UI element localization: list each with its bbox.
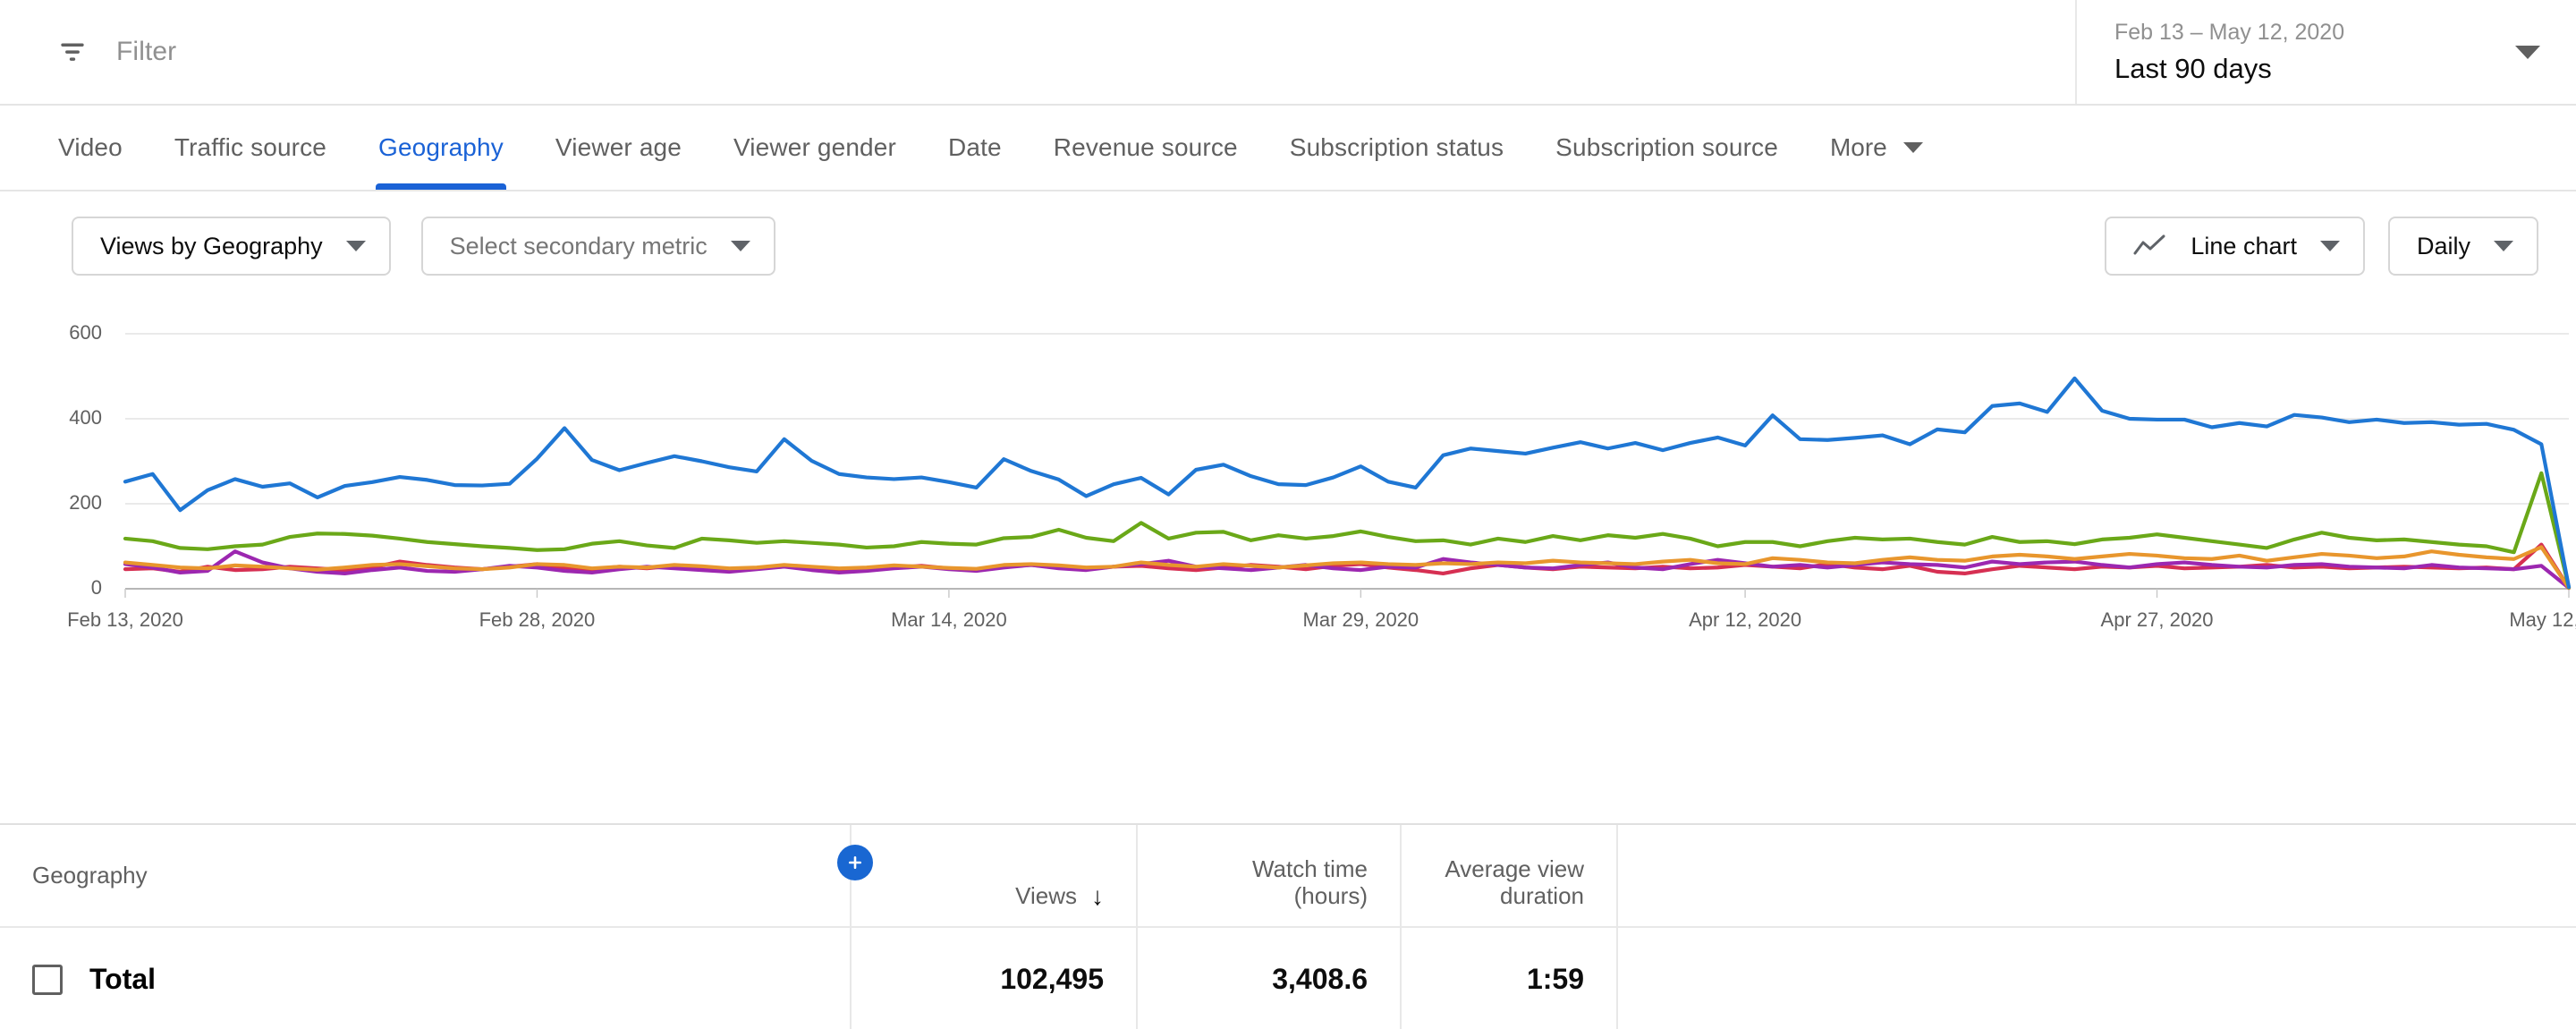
- views-by-geography-chart[interactable]: 0 200 400 600 Feb 13, 2020 Feb 28, 2020 Mar 14…: [0, 301, 2576, 823]
- row-avg-view-duration-cell: 1:59: [1402, 928, 1618, 1029]
- tab-viewer-age[interactable]: Viewer age: [530, 106, 708, 190]
- x-axis-tick-label: Mar 29, 2020: [1303, 608, 1419, 631]
- interval-label: Daily: [2416, 232, 2470, 259]
- column-header-label-line1: Watch time: [1251, 855, 1368, 882]
- chart-type-label: Line chart: [2190, 232, 2297, 259]
- dimension-tabs: Video Traffic source Geography Viewer ag…: [0, 106, 2576, 191]
- date-range-text: Feb 13 – May 12, 2020 Last 90 days: [2114, 20, 2497, 85]
- interval-dropdown[interactable]: Daily: [2387, 217, 2538, 276]
- chevron-down-icon: [345, 241, 366, 251]
- secondary-metric-label: Select secondary metric: [449, 232, 708, 259]
- table-header-row: Geography Views ↓ Watch time (hours) Ave…: [0, 825, 2576, 928]
- y-axis-tick-label: 600: [69, 321, 102, 344]
- row-spacer-cell: [1618, 928, 2576, 1029]
- x-axis-tick-label: Apr 12, 2020: [1689, 608, 1801, 631]
- x-axis-tick-label: Feb 28, 2020: [479, 608, 596, 631]
- column-header-label-line2: (hours): [1293, 882, 1368, 910]
- table-row[interactable]: Total 102,495 3,408.6 1:59: [0, 928, 2576, 1029]
- column-header-label-line1: Average view: [1445, 855, 1584, 882]
- chevron-down-icon: [2319, 241, 2340, 251]
- top-bar: Filter Feb 13 – May 12, 2020 Last 90 day…: [0, 0, 2576, 106]
- column-header-label: Geography: [32, 862, 148, 889]
- tab-traffic-source[interactable]: Traffic source: [148, 106, 352, 190]
- add-column-button[interactable]: [837, 845, 873, 880]
- secondary-metric-dropdown[interactable]: Select secondary metric: [420, 217, 775, 276]
- chevron-down-icon: [2494, 241, 2513, 251]
- column-header-views[interactable]: Views ↓: [852, 825, 1138, 926]
- chart-type-dropdown[interactable]: Line chart: [2105, 217, 2365, 276]
- chevron-down-icon: [1902, 142, 1923, 153]
- date-range-selector[interactable]: Feb 13 – May 12, 2020 Last 90 days: [2075, 0, 2576, 104]
- tab-label: Revenue source: [1053, 133, 1238, 161]
- tab-viewer-gender[interactable]: Viewer gender: [708, 106, 922, 190]
- arrow-down-icon: ↓: [1091, 881, 1104, 910]
- tab-label: Viewer gender: [733, 133, 896, 161]
- date-range-value: Feb 13 – May 12, 2020: [2114, 19, 2345, 45]
- date-range-preset: Last 90 days: [2114, 52, 2272, 84]
- primary-metric-label: Views by Geography: [100, 232, 323, 259]
- column-header-watch-time[interactable]: Watch time (hours): [1138, 825, 1402, 926]
- tab-subscription-source[interactable]: Subscription source: [1530, 106, 1804, 190]
- column-header-spacer: [1618, 825, 2576, 926]
- filter-list-icon: [55, 35, 89, 69]
- row-watch-time-cell: 3,408.6: [1138, 928, 1402, 1029]
- youtube-analytics-page: Filter Feb 13 – May 12, 2020 Last 90 day…: [0, 0, 2576, 1029]
- tab-label: Video: [58, 133, 123, 161]
- line-chart-icon: [2133, 234, 2167, 258]
- primary-metric-dropdown[interactable]: Views by Geography: [72, 217, 391, 276]
- chart-view-selectors: Line chart Daily: [2105, 217, 2538, 276]
- row-checkbox[interactable]: [32, 964, 63, 995]
- tab-date[interactable]: Date: [922, 106, 1028, 190]
- x-axis-tick-label: May 12, 2020: [2509, 608, 2576, 631]
- x-axis-tick-label: Mar 14, 2020: [891, 608, 1007, 631]
- plus-icon: [849, 856, 861, 869]
- tab-revenue-source[interactable]: Revenue source: [1028, 106, 1264, 190]
- y-axis-tick-label: 0: [91, 576, 102, 599]
- chart-canvas[interactable]: 0 200 400 600 Feb 13, 2020 Feb 28, 2020 Mar 14…: [0, 301, 2576, 659]
- chart-controls: Views by Geography Select secondary metr…: [0, 191, 2576, 301]
- column-header-label-line2: duration: [1500, 882, 1584, 910]
- tab-subscription-status[interactable]: Subscription status: [1264, 106, 1530, 190]
- tab-more-label: More: [1829, 133, 1887, 161]
- tab-more-button[interactable]: More: [1804, 106, 1949, 190]
- y-axis-tick-label: 200: [69, 491, 102, 514]
- row-name: Total: [89, 963, 157, 995]
- tab-video[interactable]: Video: [32, 106, 148, 190]
- column-header-label: Views: [1015, 882, 1077, 909]
- tab-label: Subscription source: [1555, 133, 1778, 161]
- chevron-down-icon: [2515, 45, 2540, 59]
- x-axis-tick-label: Feb 13, 2020: [67, 608, 183, 631]
- chevron-down-icon: [730, 241, 750, 251]
- geography-metrics-table: Geography Views ↓ Watch time (hours) Ave…: [0, 823, 2576, 1029]
- tab-label: Geography: [378, 133, 504, 161]
- filter-bar[interactable]: Filter: [0, 0, 2075, 104]
- x-axis-tick-label: Apr 27, 2020: [2101, 608, 2214, 631]
- column-header-geography[interactable]: Geography: [0, 825, 852, 926]
- tab-label: Date: [947, 133, 1002, 161]
- metric-selectors: Views by Geography Select secondary metr…: [72, 217, 775, 276]
- tab-label: Traffic source: [174, 133, 327, 161]
- row-views-cell: 102,495: [852, 928, 1138, 1029]
- column-header-avg-view-duration[interactable]: Average view duration: [1402, 825, 1618, 926]
- tab-label: Subscription status: [1289, 133, 1504, 161]
- filter-input-placeholder[interactable]: Filter: [116, 37, 176, 67]
- tab-geography[interactable]: Geography: [352, 106, 530, 190]
- chart-series-line: [123, 376, 2572, 590]
- y-axis-tick-label: 400: [69, 406, 102, 429]
- row-geography-cell: Total: [0, 928, 852, 1029]
- tab-label: Viewer age: [555, 133, 682, 161]
